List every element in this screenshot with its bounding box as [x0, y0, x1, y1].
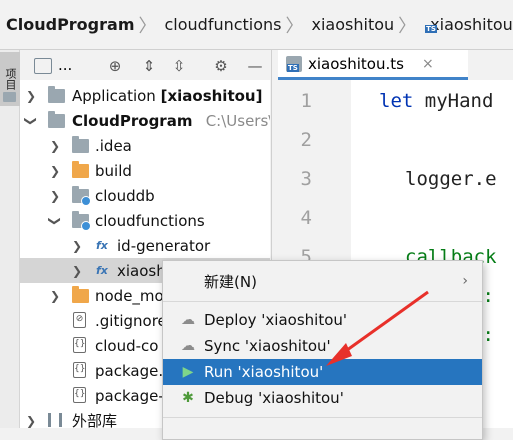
cloud-upload-icon: ☁: [181, 312, 195, 328]
json-file-icon: {}: [73, 387, 86, 403]
chevron-right-icon[interactable]: ❯: [49, 289, 61, 303]
excluded-folder-icon: [72, 161, 89, 178]
menu-item-label: Deploy 'xiaoshitou': [204, 311, 348, 329]
tree-item-label: Application: [72, 86, 156, 105]
expand-all-icon[interactable]: ⇕: [140, 57, 158, 75]
chevron-right-icon[interactable]: ❯: [49, 164, 61, 178]
tree-item-label: cloud-co: [95, 336, 159, 355]
tree-item-label: package-: [95, 386, 164, 405]
context-menu: 新建(N) › ☁ Deploy 'xiaoshitou' ☁ Sync 'xi…: [162, 260, 483, 440]
project-toolbar: ... ⊕ ⇕ ⇳ ⚙ —: [20, 50, 270, 80]
tree-row-idea[interactable]: ❯ .idea: [20, 133, 270, 158]
tree-item-path: C:\Users\qc: [205, 111, 270, 130]
tree-item-label: package.j: [95, 361, 168, 380]
line-number: 1: [300, 90, 312, 112]
breadcrumb-item-xiaoshitou[interactable]: xiaoshitou: [312, 15, 395, 34]
breadcrumb: CloudProgram 〉 cloudfunctions 〉 xiaoshit…: [0, 0, 513, 50]
hide-icon[interactable]: —: [246, 57, 264, 75]
tree-item-label: 外部库: [72, 412, 118, 428]
chevron-down-icon[interactable]: ❯: [48, 215, 62, 227]
collapse-all-icon[interactable]: ⇳: [170, 57, 188, 75]
menu-item-run[interactable]: ▶ Run 'xiaoshitou': [163, 359, 482, 385]
breadcrumb-item-file[interactable]: xiaoshitou.ts: [430, 15, 513, 34]
tree-row-cloudprogram[interactable]: ❯ CloudProgram C:\Users\qc: [20, 108, 270, 133]
tree-row-id-generator[interactable]: ❯ fx id-generator: [20, 233, 270, 258]
project-tool-tab-label: 项目: [4, 68, 17, 90]
tab-label: xiaoshitou.ts: [308, 54, 404, 73]
chevron-right-icon[interactable]: ❯: [25, 414, 37, 428]
tree-item-label: clouddb: [95, 186, 155, 205]
tree-item-label: CloudProgram: [72, 111, 193, 130]
editor-tab-bar: xiaoshitou.ts ×: [271, 50, 513, 80]
cloud-db-folder-icon: [72, 186, 91, 206]
tool-window-strip: [0, 50, 20, 428]
folder-icon: [48, 111, 65, 128]
function-icon: fx: [96, 239, 108, 252]
tree-row-cloudfunctions[interactable]: ❯ cloudfunctions: [20, 208, 270, 233]
menu-item-deploy[interactable]: ☁ Deploy 'xiaoshitou': [163, 307, 482, 333]
locate-icon[interactable]: ⊕: [106, 57, 124, 75]
code-line-3: logger.e: [405, 168, 497, 190]
json-file-icon: {}: [73, 362, 86, 378]
folder-icon: [48, 86, 65, 103]
run-icon: ▶: [182, 364, 194, 380]
tree-item-label: cloudfunctions: [95, 211, 205, 230]
tree-item-label: .gitignore: [95, 311, 167, 330]
tree-item-label: node_mo: [95, 286, 164, 305]
gear-icon[interactable]: ⚙: [212, 57, 230, 75]
line-number: 2: [300, 129, 312, 151]
chevron-right-icon[interactable]: ❯: [71, 264, 83, 278]
menu-item-sync[interactable]: ☁ Sync 'xiaoshitou': [163, 333, 482, 359]
tree-item-label: .idea: [95, 136, 132, 155]
json-file-icon: {}: [73, 337, 86, 353]
tree-item-label: xiaosh: [117, 261, 166, 280]
tree-item-label: build: [95, 161, 132, 180]
project-view-selector[interactable]: ...: [58, 56, 72, 74]
folder-icon: [72, 136, 89, 153]
breadcrumb-item-cloudprogram[interactable]: CloudProgram: [6, 15, 134, 34]
chevron-right-icon[interactable]: ❯: [49, 139, 61, 153]
library-icon: [48, 413, 62, 427]
tree-row-build[interactable]: ❯ build: [20, 158, 270, 183]
folder-icon: [3, 92, 16, 102]
chevron-right-icon[interactable]: ❯: [49, 189, 61, 203]
cloud-sync-icon: ☁: [181, 338, 195, 354]
tree-item-label: id-generator: [117, 236, 211, 255]
breadcrumb-separator: 〉: [398, 15, 417, 37]
tree-row-clouddb[interactable]: ❯ clouddb: [20, 183, 270, 208]
menu-item-debug[interactable]: ✱ Debug 'xiaoshitou': [163, 385, 482, 411]
breadcrumb-separator: 〉: [285, 15, 304, 37]
line-number: 3: [300, 168, 312, 190]
menu-item-label: Debug 'xiaoshitou': [204, 389, 344, 407]
submenu-arrow-icon: ›: [462, 273, 468, 289]
menu-item-new[interactable]: 新建(N) ›: [163, 268, 482, 294]
chevron-down-icon[interactable]: ❯: [24, 115, 38, 127]
function-icon: fx: [96, 264, 108, 277]
menu-item-label: 新建(N): [204, 272, 257, 291]
file-icon: ⊘: [73, 312, 86, 328]
menu-item-label: Run 'xiaoshitou': [204, 363, 324, 381]
chevron-right-icon[interactable]: ❯: [25, 89, 37, 103]
excluded-folder-icon: [72, 286, 89, 303]
tree-item-suffix: [xiaoshitou]: [160, 86, 263, 105]
close-icon[interactable]: ×: [422, 56, 434, 72]
debug-icon: ✱: [182, 390, 194, 406]
chevron-right-icon[interactable]: ❯: [71, 239, 83, 253]
cloud-functions-folder-icon: [72, 211, 91, 231]
typescript-file-icon: [286, 55, 302, 72]
line-number: 4: [300, 207, 312, 229]
tab-xiaoshitou-ts[interactable]: xiaoshitou.ts ×: [278, 50, 468, 80]
menu-separator: [163, 301, 482, 302]
tree-row-application[interactable]: ❯ Application [xiaoshitou] C:: [20, 83, 270, 108]
code-line-1: let myHand: [379, 90, 494, 112]
breadcrumb-separator: 〉: [138, 15, 157, 37]
menu-separator: [163, 417, 482, 418]
breadcrumb-item-cloudfunctions[interactable]: cloudfunctions: [164, 15, 281, 34]
menu-item-label: Sync 'xiaoshitou': [204, 337, 331, 355]
project-view-icon[interactable]: [34, 58, 52, 74]
